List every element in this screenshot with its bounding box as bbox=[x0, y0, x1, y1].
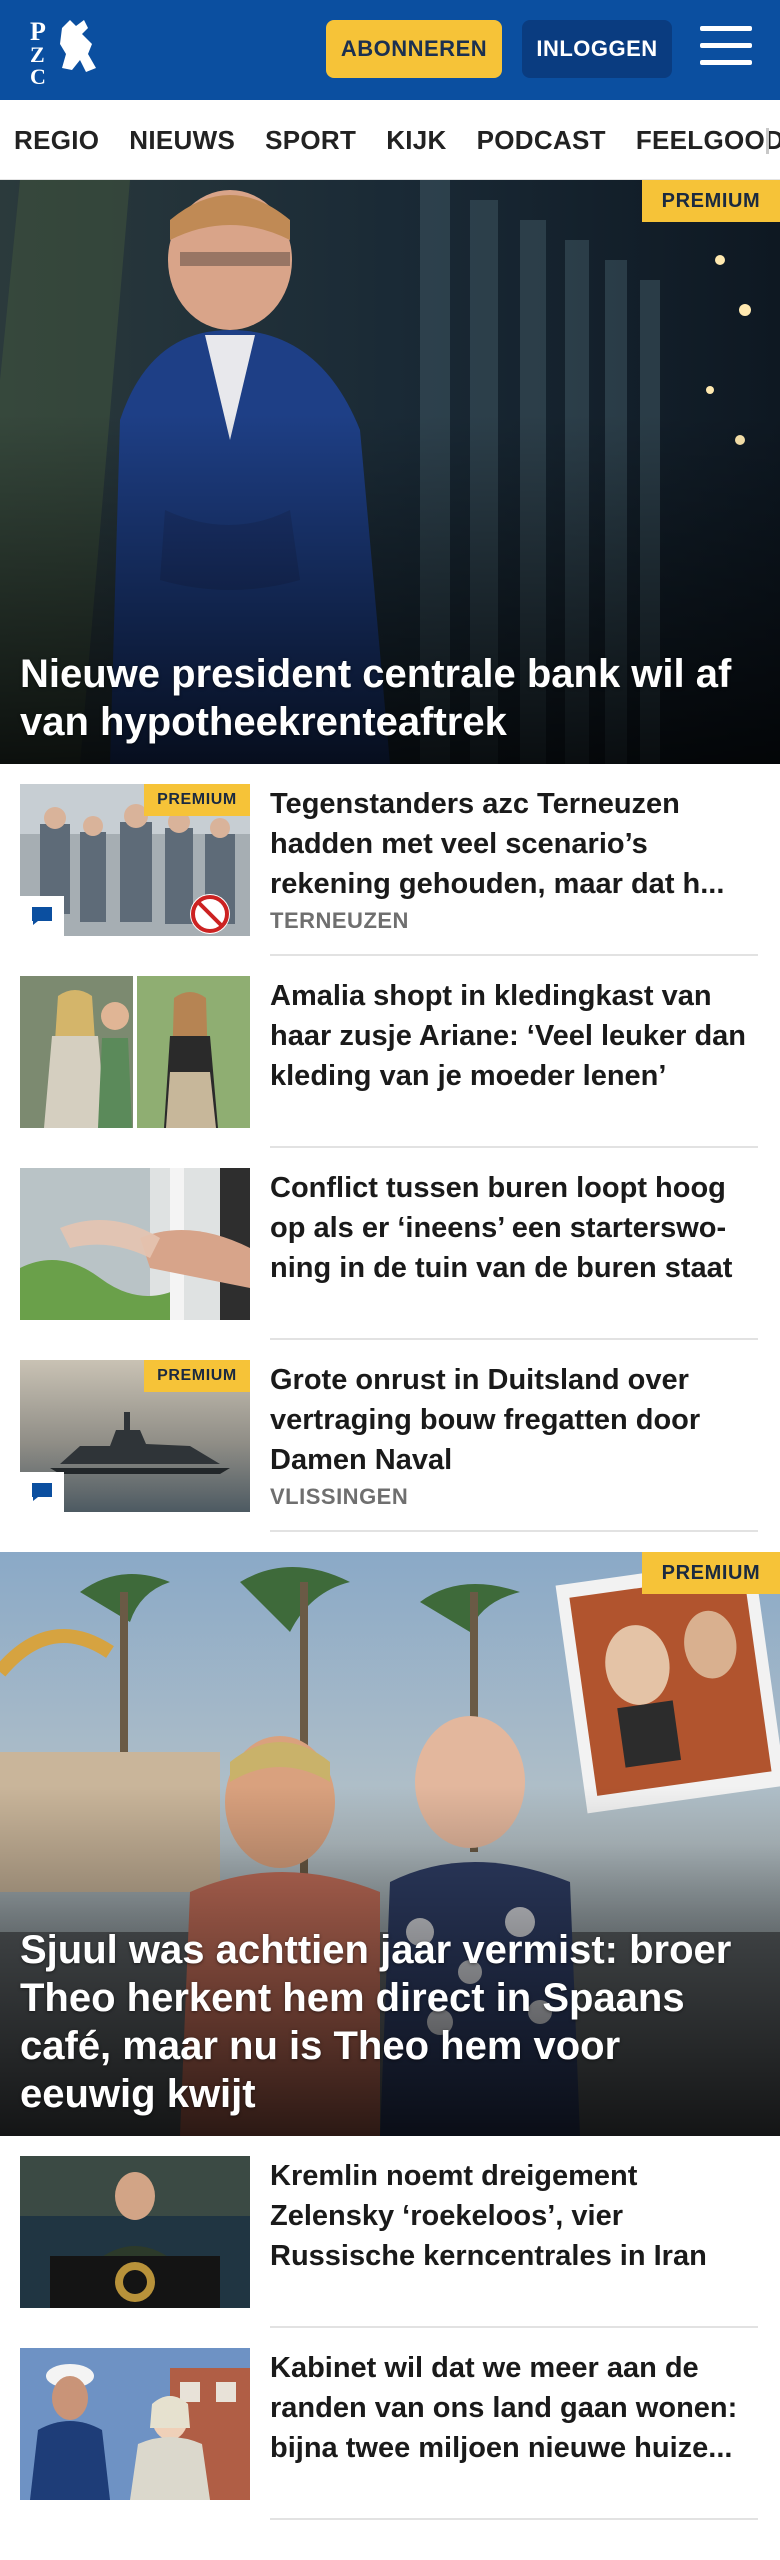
article-headline[interactable]: Conflict tussen buren loopt hoog op als … bbox=[270, 1168, 758, 1288]
hero-headline[interactable]: Nieuwe president centrale bank wil af va… bbox=[20, 650, 756, 746]
premium-badge: PREMIUM bbox=[642, 180, 780, 222]
article-category[interactable]: TERNEUZEN bbox=[270, 908, 758, 934]
list-item-fregatten[interactable]: PREMIUM Grote onrust in Duitsland over v… bbox=[0, 1340, 780, 1532]
article-headline[interactable]: Kabinet wil dat we meer aan de randen va… bbox=[270, 2348, 758, 2468]
article-text: Grote onrust in Duitsland over vertragin… bbox=[270, 1360, 758, 1510]
premium-badge: PREMIUM bbox=[144, 1360, 250, 1392]
hero-article-sjuul[interactable]: PREMIUM Sjuul was achttien jaar vermist:… bbox=[0, 1552, 780, 2136]
svg-text:C: C bbox=[30, 64, 46, 86]
divider bbox=[270, 1530, 758, 1532]
article-thumbnail bbox=[20, 2348, 250, 2500]
article-headline[interactable]: Grote onrust in Duitsland over vertragin… bbox=[270, 1360, 758, 1480]
article-thumbnail bbox=[20, 2156, 250, 2308]
hero-article-central-bank[interactable]: PREMIUM Nieuwe president centrale bank w… bbox=[0, 180, 780, 764]
hamburger-menu-icon[interactable] bbox=[700, 26, 752, 70]
top-header: P Z C ABONNEREN INLOGGEN bbox=[0, 0, 780, 100]
article-headline[interactable]: Amalia shopt in kledingkast van haar zus… bbox=[270, 976, 758, 1096]
list-item-kremlin[interactable]: Kremlin noemt dreigement Zelensky ‘roeke… bbox=[0, 2136, 780, 2328]
pzc-logo[interactable]: P Z C bbox=[28, 14, 112, 89]
article-thumbnail bbox=[20, 1168, 250, 1320]
article-thumbnail bbox=[20, 976, 250, 1128]
nav-item-podcast[interactable]: PODCAST bbox=[477, 125, 606, 156]
list-item-kabinet-wonen[interactable]: Kabinet wil dat we meer aan de randen va… bbox=[0, 2328, 780, 2520]
article-category[interactable]: VLISSINGEN bbox=[270, 1484, 758, 1510]
article-text: Conflict tussen buren loopt hoog op als … bbox=[270, 1168, 758, 1288]
list-item-azc-terneuzen[interactable]: PREMIUM Tegenstanders azc Terneuzen hadd… bbox=[0, 764, 780, 956]
article-text: Tegenstanders azc Terneuzen hadden met v… bbox=[270, 784, 758, 934]
premium-badge: PREMIUM bbox=[144, 784, 250, 816]
premium-badge: PREMIUM bbox=[642, 1552, 780, 1594]
section-nav: REGIO NIEUWS SPORT KIJK PODCAST FEELGOOD bbox=[0, 100, 780, 180]
nav-overflow-hint bbox=[766, 128, 769, 154]
article-text: Kremlin noemt dreigement Zelensky ‘roeke… bbox=[270, 2156, 758, 2276]
nav-item-regio[interactable]: REGIO bbox=[14, 125, 99, 156]
nav-item-sport[interactable]: SPORT bbox=[265, 125, 356, 156]
list-item-buren-conflict[interactable]: Conflict tussen buren loopt hoog op als … bbox=[0, 1148, 780, 1340]
nav-item-feelgood[interactable]: FEELGOOD bbox=[636, 125, 780, 156]
divider bbox=[270, 2518, 758, 2520]
nav-item-nieuws[interactable]: NIEUWS bbox=[129, 125, 235, 156]
login-button[interactable]: INLOGGEN bbox=[522, 20, 672, 78]
article-headline[interactable]: Kremlin noemt dreigement Zelensky ‘roeke… bbox=[270, 2156, 758, 2276]
list-item-amalia-ariane[interactable]: Amalia shopt in kledingkast van haar zus… bbox=[0, 956, 780, 1148]
article-text: Amalia shopt in kledingkast van haar zus… bbox=[270, 976, 758, 1096]
subscribe-button[interactable]: ABONNEREN bbox=[326, 20, 502, 78]
article-text: Kabinet wil dat we meer aan de randen va… bbox=[270, 2348, 758, 2468]
nav-item-kijk[interactable]: KIJK bbox=[386, 125, 446, 156]
comment-icon[interactable] bbox=[20, 1472, 64, 1512]
article-headline[interactable]: Tegenstanders azc Terneuzen hadden met v… bbox=[270, 784, 758, 904]
hero-headline[interactable]: Sjuul was achttien jaar vermist: broer T… bbox=[20, 1926, 756, 2118]
comment-icon[interactable] bbox=[20, 896, 64, 936]
